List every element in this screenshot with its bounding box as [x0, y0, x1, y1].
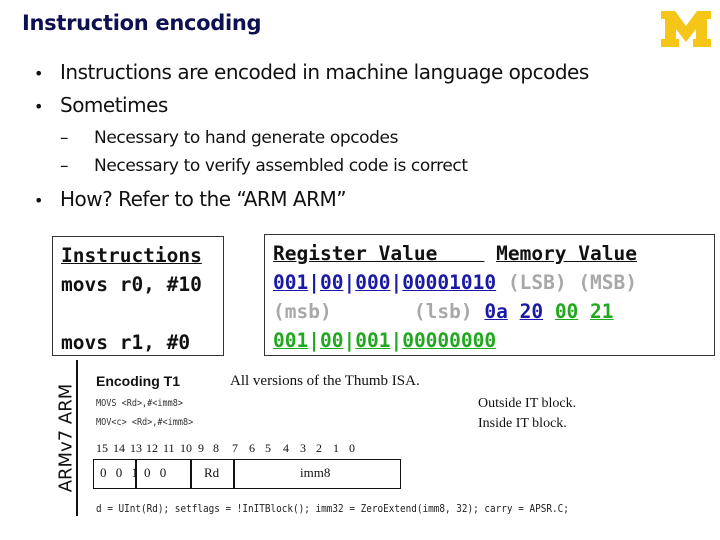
register-line-r0: 001|00|000|00001010 (LSB) (MSB): [273, 271, 638, 294]
bit-number: 13: [130, 441, 142, 455]
memory-byte: 20: [519, 300, 544, 323]
block-m-logo-icon: [661, 11, 711, 47]
syntax-note: Inside IT block.: [478, 416, 567, 431]
memory-order-label: (LSB) (MSB): [507, 271, 638, 294]
bit-number: 12: [146, 441, 158, 455]
memory-byte: 21: [590, 300, 614, 323]
bullet-icon: •: [34, 97, 43, 116]
bit-number: 1: [333, 441, 339, 455]
pseudocode: d = UInt(Rd); setflags = !InITBlock(); i…: [96, 502, 569, 515]
dash-icon: –: [60, 128, 69, 148]
bit-number: 4: [283, 441, 289, 455]
field-imm8: imm8: [300, 465, 331, 480]
bullet-icon: •: [34, 64, 43, 83]
bit-number: 15: [96, 441, 108, 455]
instructions-heading: Instructions: [61, 244, 202, 267]
bit-number: 5: [265, 441, 271, 455]
bullet-icon: •: [34, 191, 43, 210]
sub-bullet-item: – Necessary to verify assembled code is c…: [60, 156, 468, 176]
bit-number: 3: [300, 441, 306, 455]
memory-byte: 00: [554, 300, 579, 323]
encoding-box: Register Value Memory Value 001|00|000|0…: [264, 234, 715, 356]
bit-number: 10: [180, 441, 192, 455]
bit-number: 7: [232, 441, 238, 455]
encoding-bit-table: 0 0 1 0 0 Rd imm8: [93, 459, 401, 489]
syntax-mov: MOV<c> <Rd>,#<imm8>: [96, 417, 194, 428]
divider: [76, 360, 78, 516]
slide-title: Instruction encoding: [22, 11, 262, 35]
instruction-line: movs r1, #0: [61, 331, 191, 354]
sub-bullet-item: – Necessary to hand generate opcodes: [60, 128, 399, 148]
bullet-item: • How? Refer to the “ARM ARM”: [34, 187, 347, 211]
bit-number: 8: [213, 441, 219, 455]
bullet-item: • Instructions are encoded in machine lan…: [34, 60, 589, 84]
field-rd: Rd: [204, 465, 220, 480]
msb-label: (msb): [273, 300, 332, 323]
instruction-line: movs r0, #10: [61, 273, 202, 296]
encoding-title: Encoding T1: [96, 373, 180, 389]
syntax-note: Outside IT block.: [478, 396, 577, 411]
applies-to-text: All versions of the Thumb ISA.: [230, 373, 420, 389]
syntax-movs: MOVS <Rd>,#<imm8>: [96, 398, 184, 409]
memory-value-heading: Memory Value: [496, 242, 637, 265]
bit-number: 2: [316, 441, 322, 455]
bullet-item: • Sometimes: [34, 93, 168, 117]
bit-number: 11: [163, 441, 175, 455]
instructions-box: Instructions movs r0, #10 movs r1, #0: [52, 236, 224, 356]
armv7-arm-side-label: ARMv7 ARM: [54, 360, 78, 516]
bit-number: 9: [198, 441, 204, 455]
memory-byte: 0a: [484, 300, 508, 323]
field-op-bits: 0 0 1: [100, 465, 138, 480]
register-line-r1: 001|00|001|00000000: [273, 329, 497, 352]
bit-number: 6: [249, 441, 255, 455]
register-value-heading: Register Value: [273, 242, 438, 265]
dash-icon: –: [60, 156, 69, 176]
bit-number: 0: [349, 441, 355, 455]
bit-number: 14: [113, 441, 125, 455]
lsb-label: (lsb): [413, 300, 473, 323]
field-zero-bits: 0 0: [144, 465, 167, 480]
